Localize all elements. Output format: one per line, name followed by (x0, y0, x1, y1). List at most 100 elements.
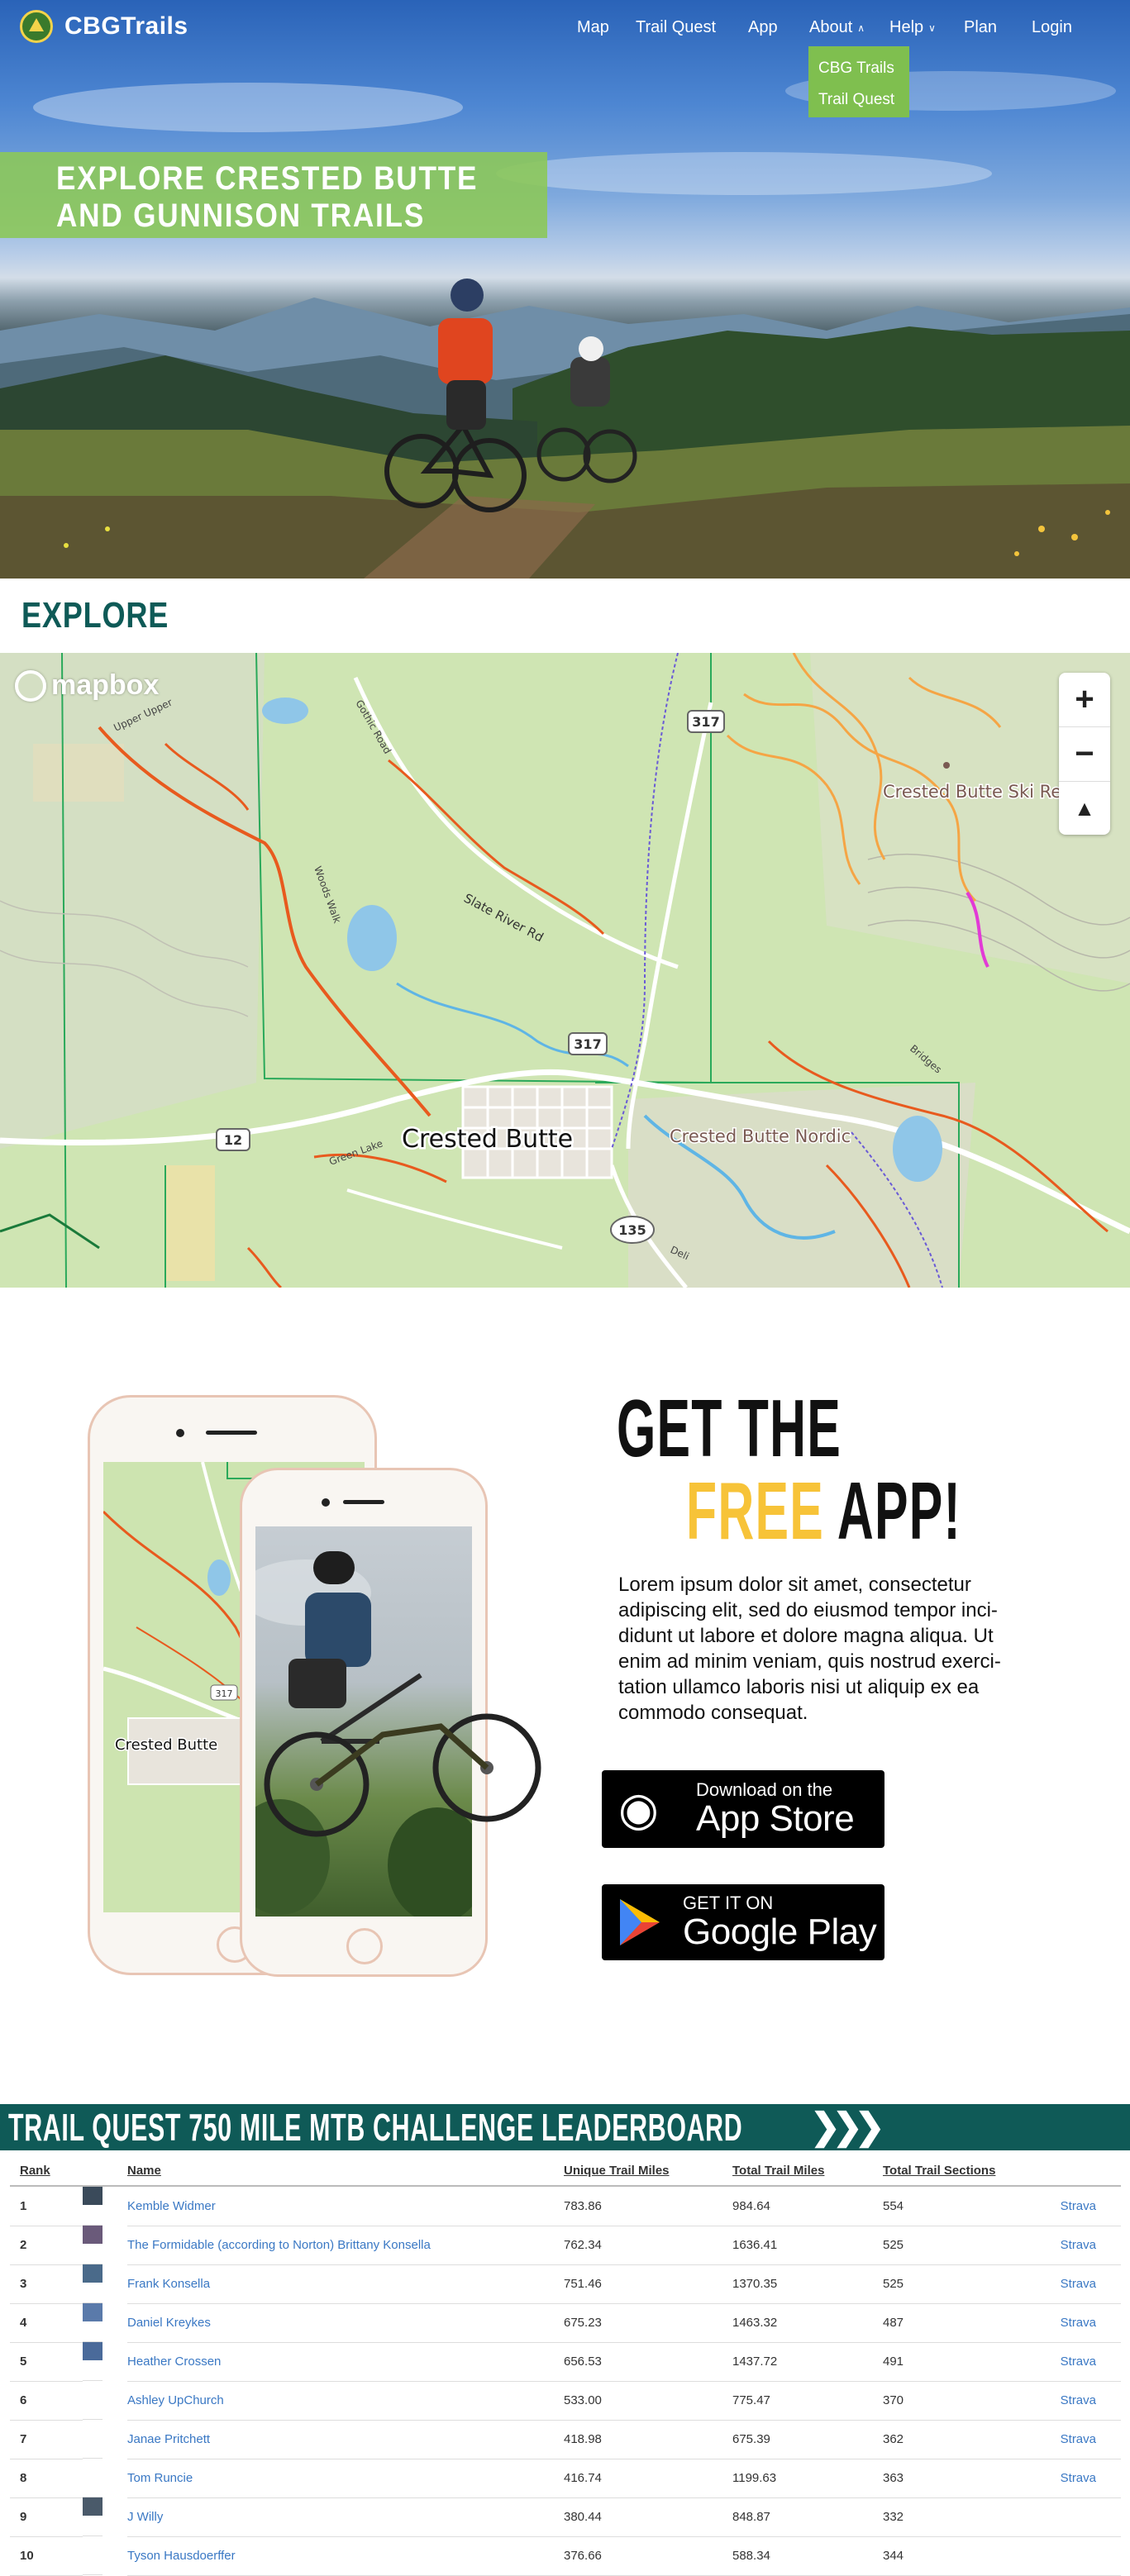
sections-cell: 363 (883, 2459, 1060, 2498)
nav-about[interactable]: About ∧ (809, 18, 865, 37)
nav-login[interactable]: Login (1032, 18, 1072, 37)
col-strava (1060, 2155, 1121, 2187)
name-cell[interactable]: Janae Pritchett (127, 2420, 564, 2459)
table-row: 5 Heather Crossen 656.53 1437.72 491 Strava (10, 2342, 1121, 2382)
rank-cell: 2 (10, 2226, 83, 2265)
table-row: 9 J Willy 380.44 848.87 332 (10, 2497, 1121, 2537)
compass-button[interactable]: ▲ (1059, 782, 1110, 836)
map-label-crested-butte: Crested Butte (402, 1125, 573, 1154)
nav-help[interactable]: Help ∨ (889, 18, 936, 37)
road-shield-label: 317 (574, 1036, 601, 1052)
google-play-icon (620, 1899, 660, 1945)
name-cell[interactable]: Kemble Widmer (127, 2186, 564, 2226)
col-unique-miles[interactable]: Unique Trail Miles (564, 2155, 732, 2187)
unique-miles-cell: 675.23 (564, 2303, 732, 2343)
name-cell[interactable]: Frank Konsella (127, 2264, 564, 2304)
mapbox-icon (15, 669, 46, 702)
total-miles-cell: 775.47 (732, 2381, 883, 2421)
hero-photo (0, 71, 1130, 579)
col-total-miles[interactable]: Total Trail Miles (732, 2155, 883, 2187)
avatar-icon (83, 2187, 103, 2205)
table-row: 1 Kemble Widmer 783.86 984.64 554 Strava (10, 2186, 1121, 2226)
strava-cell[interactable]: Strava (1060, 2420, 1121, 2459)
unique-miles-cell: 416.74 (564, 2459, 732, 2498)
dropdown-trail-quest[interactable]: Trail Quest (813, 84, 904, 116)
road-shield: 12 (216, 1128, 250, 1151)
sections-cell: 332 (883, 2497, 1060, 2537)
strava-cell[interactable]: Strava (1060, 2226, 1121, 2265)
sections-cell: 525 (883, 2226, 1060, 2265)
avatar-cell (83, 2342, 103, 2381)
zoom-out-button[interactable]: − (1059, 727, 1110, 782)
bike-wheels-illustration (264, 1713, 541, 1837)
rank-cell: 3 (10, 2264, 83, 2304)
rank-cell: 10 (10, 2536, 83, 2576)
col-name[interactable]: Name (127, 2155, 564, 2187)
total-miles-cell: 1437.72 (732, 2342, 883, 2382)
total-miles-cell: 1199.63 (732, 2459, 883, 2498)
sections-cell: 554 (883, 2186, 1060, 2226)
phone-home-button (346, 1928, 383, 1964)
strava-cell[interactable] (1060, 2497, 1121, 2537)
app-store-small-text: Download on the (696, 1779, 833, 1800)
rank-cell: 1 (10, 2186, 83, 2226)
leaderboard-body: 1 Kemble Widmer 783.86 984.64 554 Strava 2 The … (10, 2186, 1121, 2576)
strava-cell[interactable]: Strava (1060, 2186, 1121, 2226)
name-cell[interactable]: Heather Crossen (127, 2342, 564, 2382)
trail-map[interactable]: Crested Butte Crested Butte Ski Resort C… (0, 653, 1130, 1288)
strava-cell[interactable]: Strava (1060, 2381, 1121, 2421)
rank-cell: 7 (10, 2420, 83, 2459)
hero-title: Explore Crested Butte and Gunnison Trail… (56, 160, 479, 234)
promo-heading-line1: GET THE (617, 1383, 842, 1474)
app-store-button[interactable]: ◉ Download on the App Store (602, 1770, 884, 1848)
avatar-cell (83, 2381, 103, 2420)
rank-cell: 9 (10, 2497, 83, 2537)
name-cell[interactable]: Ashley UpChurch (127, 2381, 564, 2421)
unique-miles-cell: 380.44 (564, 2497, 732, 2537)
nav-plan[interactable]: Plan (964, 18, 997, 37)
table-row: 2 The Formidable (according to Norton) Br… (10, 2226, 1121, 2265)
name-cell[interactable]: The Formidable (according to Norton) Bri… (127, 2226, 564, 2265)
map-label-nordic: Crested Butte Nordic (670, 1126, 851, 1146)
strava-cell[interactable]: Strava (1060, 2303, 1121, 2343)
dropdown-cbg-trails[interactable]: CBG Trails (813, 53, 904, 84)
map-controls: + − ▲ (1059, 673, 1110, 835)
road-shield-label: 135 (618, 1222, 646, 1238)
sections-cell: 362 (883, 2420, 1060, 2459)
name-cell[interactable]: J Willy (127, 2497, 564, 2537)
col-total-sections[interactable]: Total Trail Sections (883, 2155, 1060, 2187)
col-rank[interactable]: Rank (10, 2155, 83, 2187)
strava-cell[interactable]: Strava (1060, 2342, 1121, 2382)
nav-app[interactable]: App (748, 18, 778, 37)
leaderboard-banner: TRAIL QUEST 750 MILE MTB CHALLENGE LEADE… (0, 2104, 1130, 2150)
mapbox-wordmark: mapbox (51, 669, 160, 701)
unique-miles-cell: 751.46 (564, 2264, 732, 2304)
promo-app-word: APP! (837, 1465, 962, 1556)
unique-miles-cell: 762.34 (564, 2226, 732, 2265)
chevrons-right-icon[interactable]: ❯❯❯ (810, 2106, 885, 2148)
strava-cell[interactable] (1060, 2536, 1121, 2576)
promo-description: Lorem ipsum dolor sit amet, consectetur … (618, 1574, 1001, 1724)
name-cell[interactable]: Daniel Kreykes (127, 2303, 564, 2343)
avatar-cell (83, 2303, 103, 2342)
table-row: 4 Daniel Kreykes 675.23 1463.32 487 Strava (10, 2303, 1121, 2343)
sections-cell: 370 (883, 2381, 1060, 2421)
zoom-in-button[interactable]: + (1059, 673, 1110, 727)
table-row: 6 Ashley UpChurch 533.00 775.47 370 Strava (10, 2381, 1121, 2421)
hero-banner: Explore Crested Butte and Gunnison Trail… (0, 152, 547, 238)
strava-cell[interactable]: Strava (1060, 2459, 1121, 2498)
avatar-icon (83, 2342, 103, 2360)
table-row: 3 Frank Konsella 751.46 1370.35 525 Strava (10, 2264, 1121, 2304)
leaderboard-table: Rank Name Unique Trail Miles Total Trail… (10, 2155, 1121, 2576)
apple-icon: ◉ (618, 1783, 659, 1835)
google-play-button[interactable]: GET IT ON Google Play (602, 1884, 884, 1960)
avatar-cell (83, 2264, 103, 2303)
nav-map[interactable]: Map (577, 18, 609, 37)
name-cell[interactable]: Tom Runcie (127, 2459, 564, 2498)
name-cell[interactable]: Tyson Hausdoerffer (127, 2536, 564, 2576)
nav-trail-quest[interactable]: Trail Quest (636, 18, 716, 37)
map-canvas[interactable]: Crested Butte Crested Butte Ski Resort C… (0, 653, 1130, 1288)
table-row: 7 Janae Pritchett 418.98 675.39 362 Strava (10, 2420, 1121, 2459)
mapbox-logo[interactable]: mapbox (15, 669, 159, 702)
strava-cell[interactable]: Strava (1060, 2264, 1121, 2304)
